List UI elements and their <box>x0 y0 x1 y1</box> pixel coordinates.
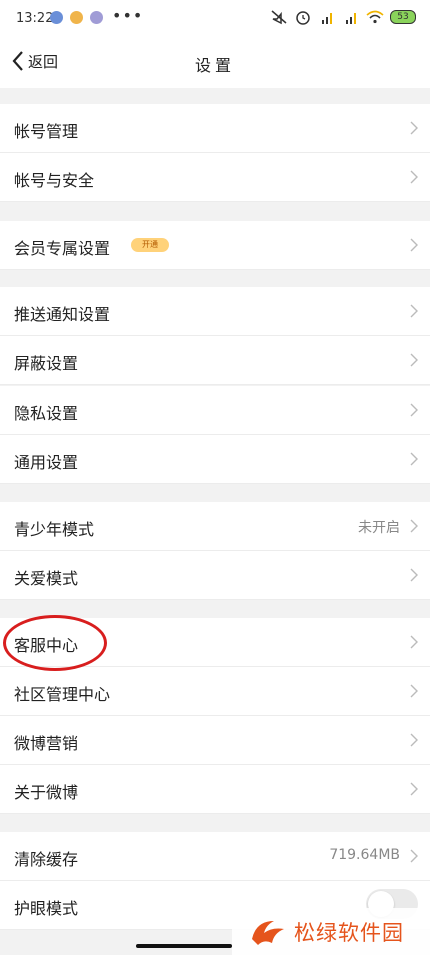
chevron-right-icon <box>410 635 418 649</box>
watermark-logo-icon <box>252 920 284 945</box>
settings-item-account-security[interactable]: 帐号与安全 <box>0 153 430 202</box>
cache-size: 719.64MB <box>329 847 400 863</box>
settings-item-clear-cache[interactable]: 清除缓存 719.64MB <box>0 832 430 881</box>
battery-icon: 53 <box>390 10 416 24</box>
settings-item-care-mode[interactable]: 关爱模式 <box>0 551 430 600</box>
mute-icon <box>271 10 287 25</box>
status-icons: 53 <box>270 9 416 25</box>
settings-item-general[interactable]: 通用设置 <box>0 435 430 484</box>
page-title: 设置 <box>194 56 235 75</box>
chevron-right-icon <box>410 733 418 747</box>
chevron-right-icon <box>410 849 418 863</box>
settings-item-label: 隐私设置 <box>14 404 79 423</box>
chevron-right-icon <box>410 238 418 252</box>
home-indicator[interactable] <box>136 944 232 948</box>
settings-item-label: 通用设置 <box>14 453 79 472</box>
settings-item-label: 推送通知设置 <box>14 305 111 324</box>
chevron-right-icon <box>410 353 418 367</box>
chevron-right-icon <box>410 519 418 533</box>
teen-mode-status: 未开启 <box>358 520 400 536</box>
settings-item-label: 青少年模式 <box>14 520 95 539</box>
signal-hd-icon-2 <box>346 13 356 24</box>
settings-item-account-management[interactable]: 帐号管理 <box>0 104 430 153</box>
wifi-icon <box>366 10 384 24</box>
alarm-icon <box>296 11 310 25</box>
settings-item-label: 护眼模式 <box>14 899 79 918</box>
settings-item-push-notifications[interactable]: 推送通知设置 <box>0 287 430 336</box>
settings-item-community-management[interactable]: 社区管理中心 <box>0 667 430 716</box>
settings-item-label: 微博营销 <box>14 734 79 753</box>
nav-bar: 返回 设置 <box>0 38 430 88</box>
chevron-right-icon <box>410 684 418 698</box>
watermark-text: 松绿软件园 <box>294 920 404 945</box>
more-notifications-icon: ••• <box>112 6 144 25</box>
settings-item-weibo-marketing[interactable]: 微博营销 <box>0 716 430 765</box>
chevron-right-icon <box>410 403 418 417</box>
settings-item-privacy[interactable]: 隐私设置 <box>0 386 430 435</box>
chevron-right-icon <box>410 121 418 135</box>
settings-item-teen-mode[interactable]: 青少年模式 未开启 <box>0 502 430 551</box>
settings-item-about-weibo[interactable]: 关于微博 <box>0 765 430 814</box>
app-notification-icon-3 <box>90 11 103 24</box>
status-bar: 13:22 ••• 53 <box>0 0 430 38</box>
settings-item-label: 会员专属设置 <box>14 239 111 258</box>
settings-item-label: 客服中心 <box>14 636 79 655</box>
app-notification-icon <box>50 11 63 24</box>
chevron-right-icon <box>410 452 418 466</box>
settings-item-label: 屏蔽设置 <box>14 354 79 373</box>
settings-item-label: 关于微博 <box>14 783 79 802</box>
signal-hd-icon <box>322 13 332 24</box>
settings-item-label: 关爱模式 <box>14 569 79 588</box>
settings-item-label: 社区管理中心 <box>14 685 111 704</box>
settings-item-customer-service[interactable]: 客服中心 <box>0 618 430 667</box>
vip-badge: 开通 <box>131 238 169 252</box>
chevron-right-icon <box>410 568 418 582</box>
watermark: 松绿软件园 <box>232 908 430 955</box>
status-time: 13:22 <box>16 11 54 26</box>
settings-item-vip[interactable]: 会员专属设置 开通 <box>0 221 430 270</box>
chevron-right-icon <box>410 170 418 184</box>
settings-item-label: 清除缓存 <box>14 850 79 869</box>
app-notification-icon-2 <box>70 11 83 24</box>
settings-item-label: 帐号管理 <box>14 122 79 141</box>
settings-item-label: 帐号与安全 <box>14 171 95 190</box>
chevron-right-icon <box>410 304 418 318</box>
settings-item-block[interactable]: 屏蔽设置 <box>0 336 430 385</box>
chevron-right-icon <box>410 782 418 796</box>
